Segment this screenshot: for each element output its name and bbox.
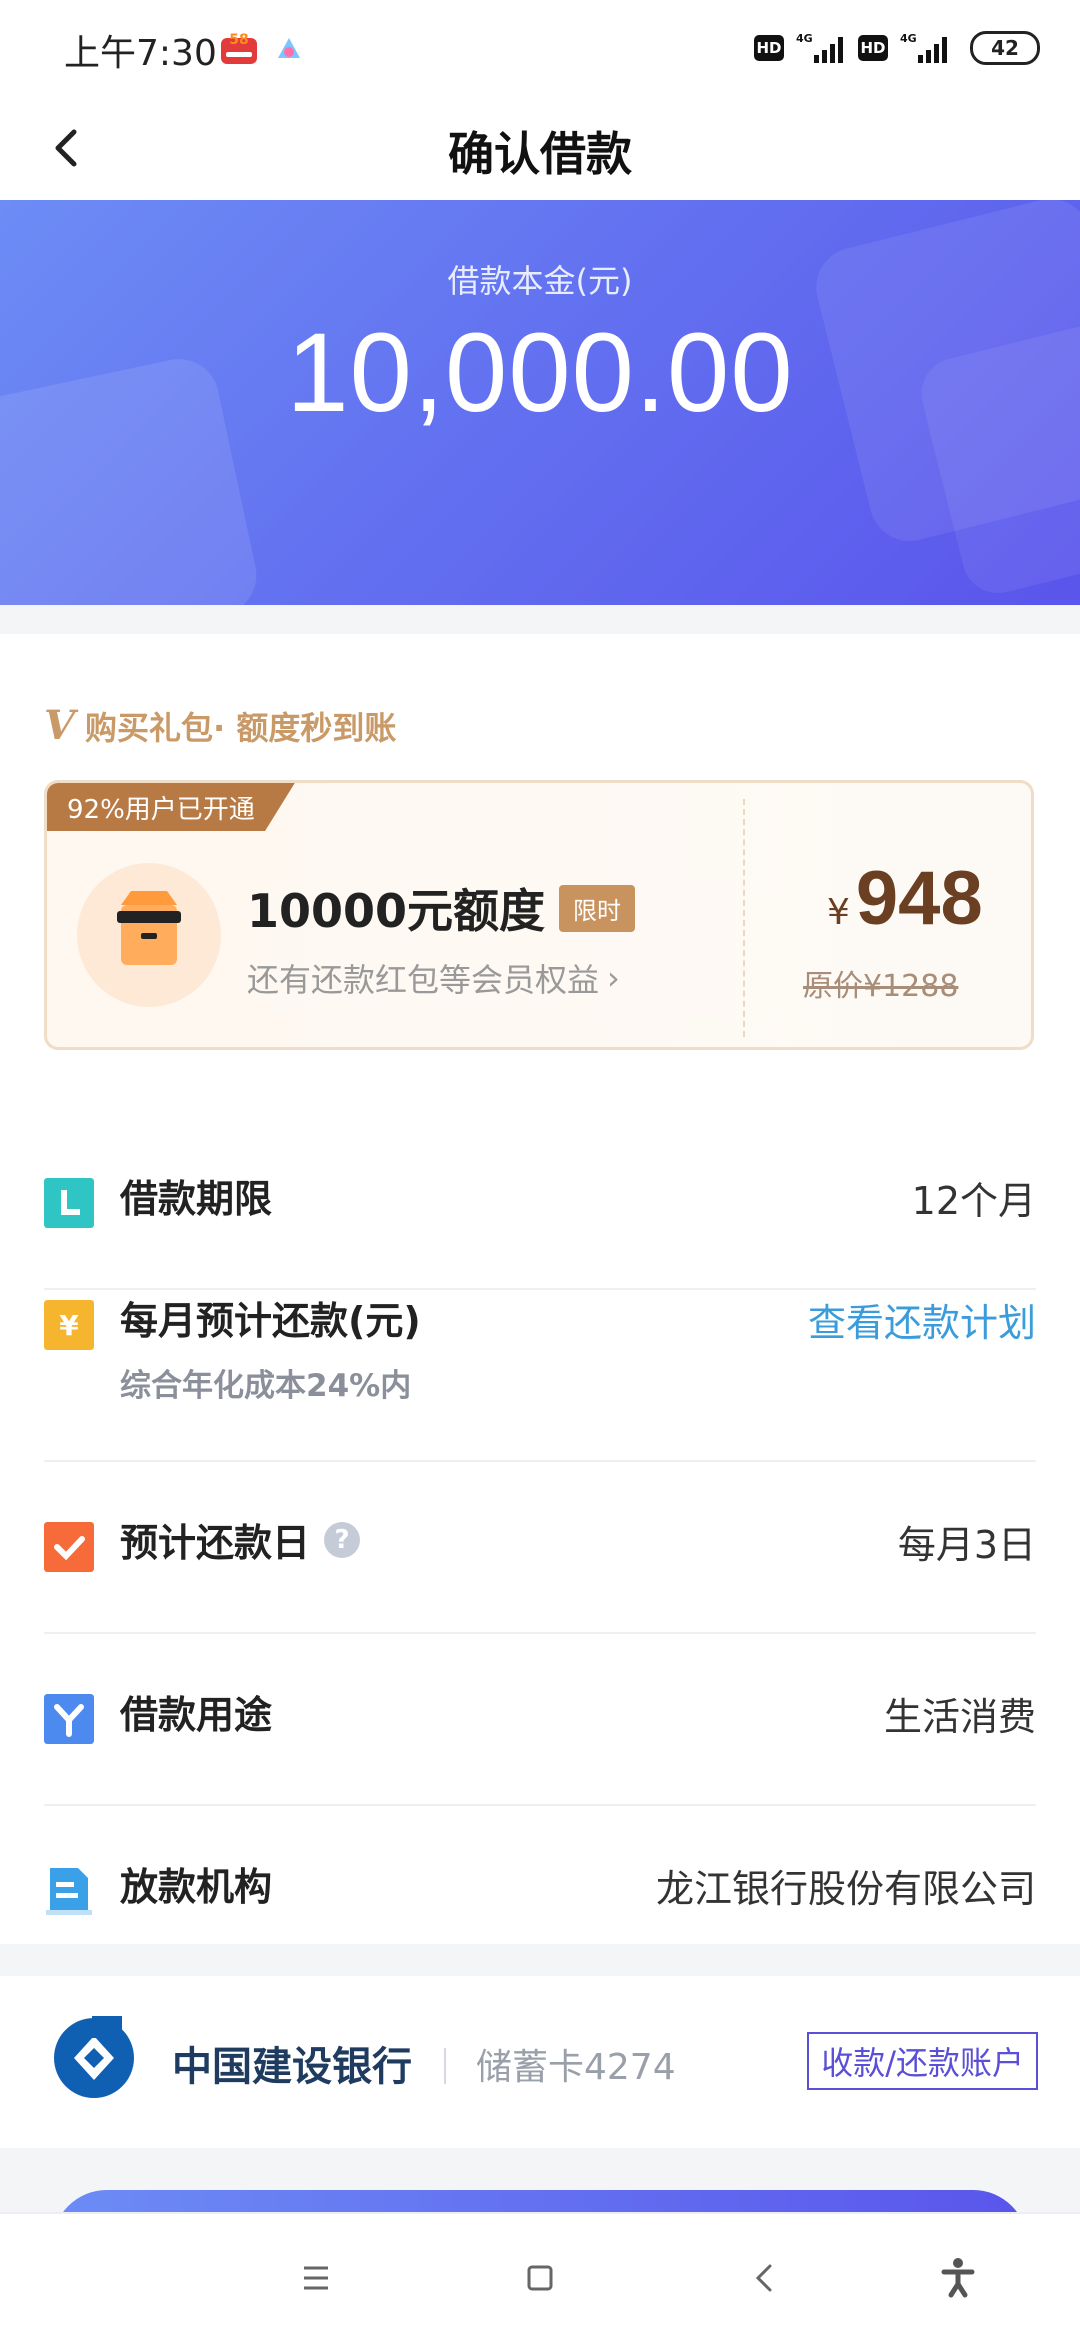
menu-icon[interactable]: [286, 2248, 346, 2308]
status-bar: 上午7:30 58 HD 4G HD 4G 42: [0, 0, 1080, 96]
calendar-icon: [44, 1178, 94, 1228]
loan-amount-banner: 借款本金(元) 10,000.00: [0, 200, 1080, 605]
hd-icon: HD: [754, 35, 784, 61]
signal-icon: 4G: [796, 32, 843, 63]
lender-row: 放款机构 龙江银行股份有限公司: [44, 1806, 1036, 1978]
bank-card-number: 储蓄卡4274: [476, 2047, 676, 2088]
58-app-icon: 58: [221, 32, 257, 64]
dashed-divider: [743, 799, 745, 1037]
status-time: 上午7:30: [64, 33, 217, 74]
monthly-repayment-row: ¥ 每月预计还款(元) 综合年化成本24%内 查看还款计划: [44, 1290, 1036, 1462]
gift-box-icon: [77, 863, 221, 1007]
view-repayment-plan-link[interactable]: 查看还款计划: [808, 1292, 1036, 1347]
yen-icon: ¥: [44, 1300, 94, 1350]
loan-principal-label: 借款本金(元): [447, 262, 633, 300]
lender-value: 龙江银行股份有限公司: [655, 1867, 1036, 1911]
purpose-icon: [44, 1694, 94, 1744]
page-title: 确认借款: [448, 127, 632, 181]
promo-ribbon: 92%用户已开通: [47, 783, 295, 831]
svg-text:58: 58: [229, 32, 248, 48]
repayment-account-button[interactable]: 收款/还款账户: [807, 2032, 1038, 2090]
loan-details-card: V 购买礼包· 额度秒到账 92%用户已开通 10000元额度 限时 还有还款红…: [0, 634, 1080, 1944]
svg-text:¥: ¥: [59, 1309, 79, 1342]
original-price: 原价¥1288: [803, 969, 959, 1004]
promo-price: ¥ 948: [827, 855, 983, 942]
currency-symbol: ¥: [827, 892, 850, 933]
promo-subtitle-text: 还有还款红包等会员权益: [247, 961, 600, 999]
ccb-logo-icon: [54, 2016, 134, 2098]
hd-icon-2: HD: [858, 35, 888, 61]
back-nav-icon[interactable]: [736, 2248, 796, 2308]
loan-term-row: 借款期限 12个月: [44, 1118, 1036, 1290]
loan-purpose-label: 借款用途: [120, 1693, 273, 1737]
vip-icon: V: [44, 702, 76, 749]
repayment-day-row: 预计还款日 ? 每月3日: [44, 1462, 1036, 1634]
home-icon[interactable]: [510, 2248, 570, 2308]
bank-account-card[interactable]: 中国建设银行 储蓄卡4274 收款/还款账户: [0, 1976, 1080, 2148]
promo-title-text: 10000元额度: [247, 884, 546, 938]
svg-text:4G: 4G: [900, 32, 917, 45]
promo-price-value: 948: [855, 856, 983, 941]
accessibility-icon[interactable]: [928, 2248, 988, 2308]
check-icon: [44, 1522, 94, 1572]
loan-term-label: 借款期限: [120, 1177, 273, 1221]
monthly-repayment-label: 每月预计还款(元): [120, 1299, 421, 1343]
document-icon: [46, 1868, 92, 1915]
status-indicators: HD 4G HD 4G 42: [754, 28, 1040, 68]
system-nav-bar: [0, 2212, 1080, 2342]
loan-purpose-row[interactable]: 借款用途 生活消费: [44, 1634, 1036, 1806]
limited-time-badge: 限时: [559, 884, 636, 932]
nav-bar: 确认借款: [0, 96, 1080, 200]
app-notification-icon: [278, 38, 300, 58]
promo-header-text: 购买礼包· 额度秒到账: [85, 708, 397, 747]
svg-text:4G: 4G: [796, 32, 813, 45]
loan-purpose-value: 生活消费: [883, 1695, 1036, 1739]
gift-package-card[interactable]: 92%用户已开通 10000元额度 限时 还有还款红包等会员权益 › ¥ 948…: [44, 780, 1034, 1050]
promo-title: 10000元额度 限时: [247, 875, 636, 941]
loan-term-value: 12个月: [911, 1179, 1036, 1223]
battery-icon: 42: [970, 31, 1040, 65]
loan-principal-amount: 10,000.00: [286, 310, 794, 435]
divider: [444, 2048, 446, 2084]
lender-label: 放款机构: [120, 1865, 273, 1909]
gift-box-graphic: [117, 891, 181, 965]
promo-subtitle[interactable]: 还有还款红包等会员权益 ›: [247, 955, 620, 1001]
chevron-right-icon: ›: [607, 959, 620, 997]
annual-cost-note: 综合年化成本24%内: [120, 1368, 412, 1404]
repayment-day-label: 预计还款日 ?: [120, 1512, 361, 1567]
repayment-day-value: 每月3日: [897, 1523, 1036, 1567]
repayment-day-label-text: 预计还款日: [120, 1521, 311, 1565]
bank-name: 中国建设银行: [172, 2044, 412, 2090]
promo-header: V 购买礼包· 额度秒到账: [44, 702, 396, 749]
signal-icon-2: 4G: [900, 32, 947, 63]
help-icon[interactable]: ?: [324, 1521, 361, 1558]
